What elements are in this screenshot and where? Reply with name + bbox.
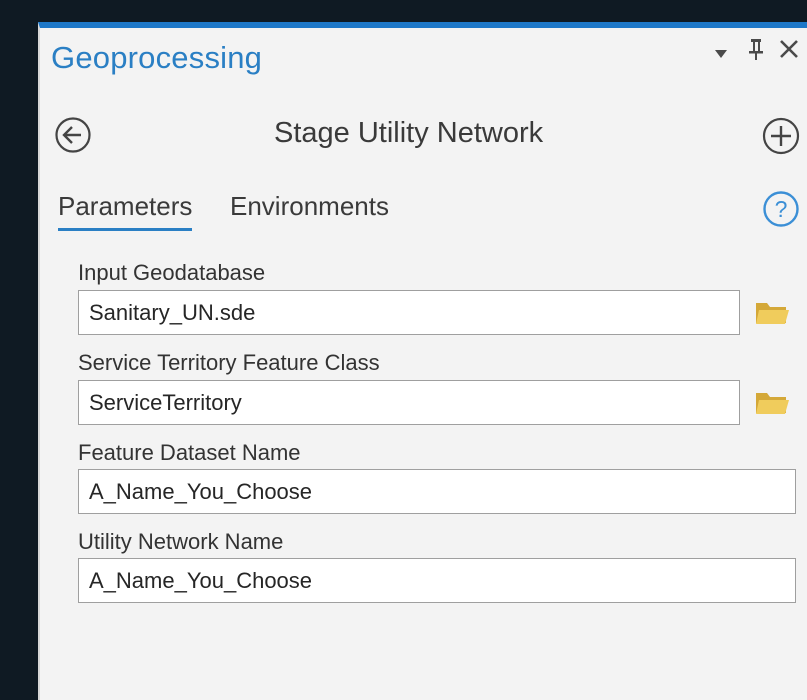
feature-dataset-name-field[interactable]: A_Name_You_Choose [78, 469, 796, 514]
service-territory-field[interactable]: ServiceTerritory [78, 380, 740, 425]
input-geodatabase-field[interactable]: Sanitary_UN.sde [78, 290, 740, 335]
close-button[interactable] [778, 38, 800, 65]
pane-options-dropdown[interactable] [714, 46, 728, 64]
add-button[interactable] [761, 116, 801, 161]
service-territory-label: Service Territory Feature Class [78, 350, 380, 375]
browse-geodatabase-button[interactable] [754, 299, 790, 332]
help-icon: ? [763, 191, 799, 227]
tool-title: Stage Utility Network [274, 117, 544, 149]
tab-environments[interactable]: Environments [230, 191, 389, 228]
folder-icon [756, 303, 789, 324]
browse-service-territory-button[interactable] [754, 389, 790, 422]
pin-icon [749, 39, 763, 60]
pin-button[interactable] [747, 37, 765, 66]
utility-network-name-field[interactable]: A_Name_You_Choose [78, 558, 796, 603]
feature-dataset-name-label: Feature Dataset Name [78, 440, 301, 465]
pane-title: Geoprocessing [51, 40, 263, 75]
utility-network-name-label: Utility Network Name [78, 529, 284, 554]
tab-parameters[interactable]: Parameters [58, 191, 193, 231]
back-arrow-icon [55, 117, 91, 153]
input-geodatabase-label: Input Geodatabase [78, 260, 266, 285]
help-button[interactable]: ? [762, 190, 800, 233]
folder-icon [756, 393, 789, 414]
chevron-down-icon [715, 50, 727, 58]
back-button[interactable] [54, 116, 92, 159]
close-icon [780, 40, 798, 58]
svg-text:?: ? [775, 196, 788, 222]
plus-circle-icon [762, 117, 800, 155]
geoprocessing-pane: Geoprocessing Stage Utility Network Para… [38, 22, 807, 700]
